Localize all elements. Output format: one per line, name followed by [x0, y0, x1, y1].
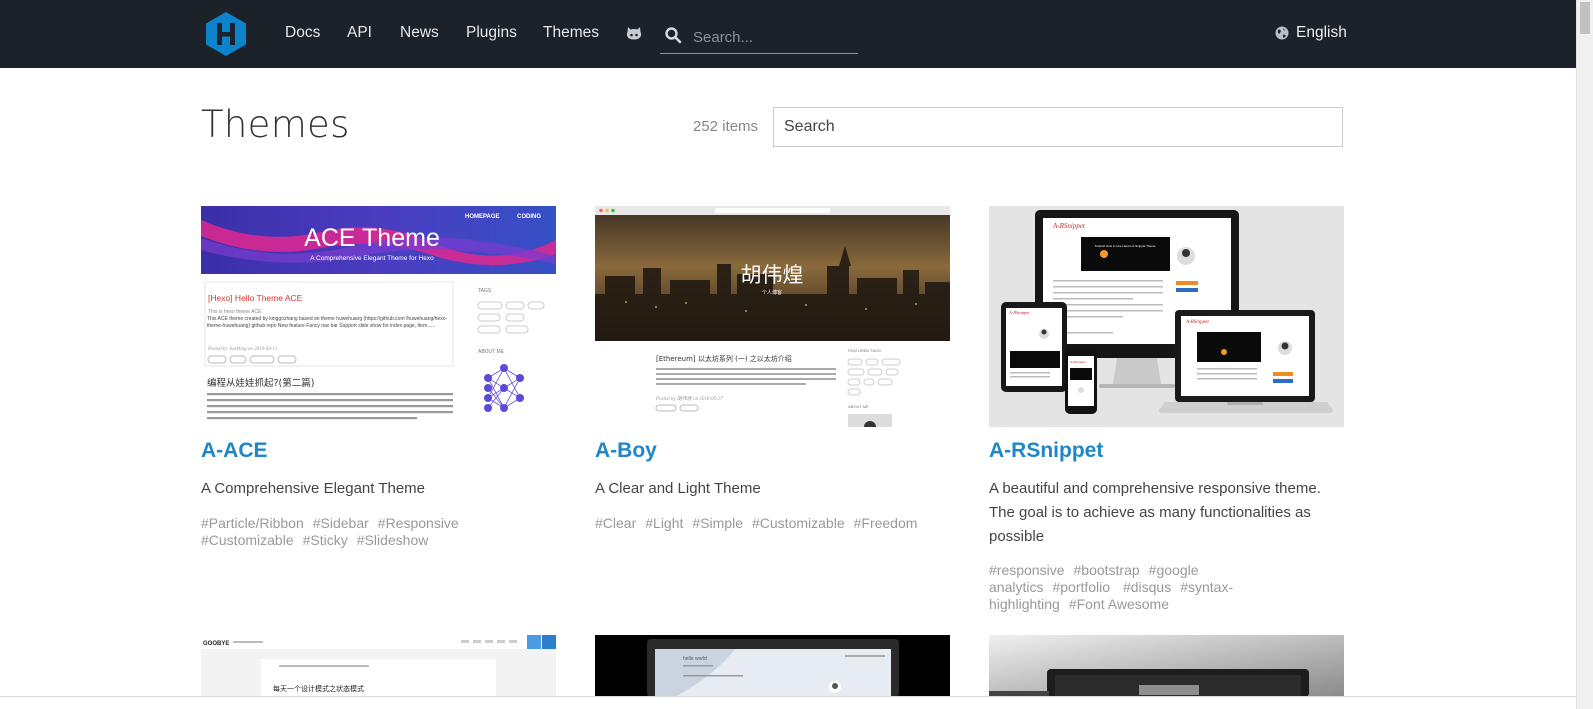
nav-search-box: [660, 20, 858, 54]
tag-link[interactable]: #Clear: [595, 515, 636, 531]
theme-description: A beautiful and comprehensive responsive…: [989, 480, 1321, 545]
boy-sidebar-tags: FEATURED TAGS: [848, 348, 881, 353]
theme-description: A Clear and Light Theme: [595, 480, 761, 497]
nav-search-input[interactable]: [691, 25, 855, 49]
theme-thumbnail-row2-2[interactable]: hello world: [595, 635, 950, 697]
tag-link[interactable]: #Customizable: [752, 515, 845, 531]
nav-themes[interactable]: Themes: [543, 24, 599, 42]
top-navbar: Docs API News Plugins Themes English: [0, 0, 1576, 68]
row2-brand: GOOBYE: [203, 641, 229, 647]
tag-link[interactable]: #Sticky: [303, 532, 348, 548]
theme-thumbnail-a-rsnippet[interactable]: A-RSnippet Tutorial: How to Use Hexo's A…: [989, 206, 1344, 427]
theme-description: A Comprehensive Elegant Theme: [201, 480, 426, 497]
boy-hero-caption: 个人博客: [762, 289, 782, 296]
theme-title-a-ace[interactable]: A-ACE: [201, 439, 268, 463]
ace-hero-subtitle: A Comprehensive Elegant Theme for Hexo: [310, 255, 434, 262]
row2-heading: 每天一个设计模式之状态模式: [273, 684, 364, 693]
tag-link[interactable]: #Simple: [692, 515, 743, 531]
rsnippet-video-title: Tutorial: How to Use Hexo's A-Snippet Th…: [1095, 244, 1156, 248]
rsnippet-brand: A-RSnippet: [1185, 320, 1209, 325]
scrollbar-thumb[interactable]: [1580, 2, 1590, 34]
ace-post2-title: 编程从娃娃抓起?(第二篇): [207, 377, 314, 389]
tag-link[interactable]: #bootstrap: [1074, 562, 1140, 578]
theme-tags: #responsive #bootstrap #google analytics #p…: [989, 562, 1329, 613]
page-scrollbar[interactable]: [1576, 0, 1593, 709]
theme-title-a-boy[interactable]: A-Boy: [595, 439, 657, 463]
tag-link[interactable]: #Freedom: [854, 515, 918, 531]
ace-hero-title: ACE Theme: [304, 224, 440, 252]
ace-post-title: [Hexo] Hello Theme ACE: [208, 293, 303, 303]
theme-thumbnail-row2-1[interactable]: GOOBYE 每天一个设计模式之状态模式: [201, 635, 556, 697]
nav-docs[interactable]: Docs: [285, 24, 320, 42]
language-selector[interactable]: English: [1275, 24, 1347, 42]
rsnippet-brand: A-RSnippet: [1008, 310, 1030, 315]
theme-search-input[interactable]: [773, 107, 1343, 147]
rsnippet-brand: A-RSnippet: [1069, 360, 1087, 364]
viewport-bottom-edge: [0, 696, 1576, 697]
theme-thumbnail-a-boy[interactable]: 胡伟煌 个人博客 [Ethereum] 以太坊系列 (一) 之以太坊介绍 Pos…: [595, 206, 950, 427]
boy-post-date: Posted by 胡伟煌 on 2018-06-27: [655, 395, 723, 402]
theme-card-a-boy: 胡伟煌 个人博客 [Ethereum] 以太坊系列 (一) 之以太坊介绍 Pos…: [595, 206, 950, 531]
ace-sidebar-tags: TAGS: [478, 288, 492, 294]
tag-link[interactable]: #responsive: [989, 562, 1065, 578]
tag-link[interactable]: #Slideshow: [357, 532, 429, 548]
nav-api[interactable]: API: [347, 24, 372, 42]
globe-icon: [1275, 26, 1289, 40]
tag-link[interactable]: #Responsive: [378, 515, 459, 531]
tag-link[interactable]: #Sidebar: [313, 515, 369, 531]
page-title: Themes: [201, 103, 350, 146]
boy-sidebar-about: ABOUT ME: [848, 404, 869, 409]
tag-link[interactable]: #Font Awesome: [1069, 596, 1169, 612]
ace-post-body: This ACE theme created by kinggozhang ba…: [207, 316, 448, 329]
row2-post-title: hello world: [683, 656, 707, 662]
ace-nav-coding: CODING: [517, 214, 541, 220]
ace-nav-home: HOMEPAGE: [465, 214, 500, 220]
theme-tags: #Particle/Ribbon #Sidebar #Responsive #Cus…: [201, 515, 541, 549]
theme-title-a-rsnippet[interactable]: A-RSnippet: [989, 439, 1103, 463]
theme-card-a-rsnippet: A-RSnippet Tutorial: How to Use Hexo's A…: [989, 206, 1344, 612]
tag-link[interactable]: #portfolio: [1052, 579, 1110, 595]
theme-thumbnail-row2-3[interactable]: [989, 635, 1344, 697]
ace-post-date: Posted by JunMing on 2019-04-13: [207, 347, 278, 352]
tag-link[interactable]: #Light: [645, 515, 683, 531]
tag-link[interactable]: #Customizable: [201, 532, 294, 548]
boy-post-title: [Ethereum] 以太坊系列 (一) 之以太坊介绍: [656, 354, 792, 363]
tag-link[interactable]: #disqus: [1123, 579, 1171, 595]
language-label: English: [1296, 24, 1347, 41]
github-icon[interactable]: [625, 24, 643, 42]
boy-hero-name: 胡伟煌: [741, 263, 804, 287]
theme-count: 252 items: [693, 118, 759, 135]
theme-thumbnail-a-ace[interactable]: HOMEPAGE CODING ACE Theme A Comprehensiv…: [201, 206, 556, 427]
rsnippet-brand: A-RSnippet: [1052, 222, 1086, 230]
theme-tags: #Clear #Light #Simple #Customizable #Freedom: [595, 515, 935, 532]
search-icon: [665, 27, 682, 44]
tag-link[interactable]: #Particle/Ribbon: [201, 515, 304, 531]
nav-plugins[interactable]: Plugins: [466, 24, 517, 42]
ace-post-sub: This is hexo theme ACE: [208, 309, 262, 315]
nav-news[interactable]: News: [400, 24, 439, 42]
hexo-logo-icon[interactable]: [205, 11, 247, 57]
ace-sidebar-about: ABOUT ME: [478, 349, 505, 355]
theme-card-a-ace: HOMEPAGE CODING ACE Theme A Comprehensiv…: [201, 206, 556, 548]
